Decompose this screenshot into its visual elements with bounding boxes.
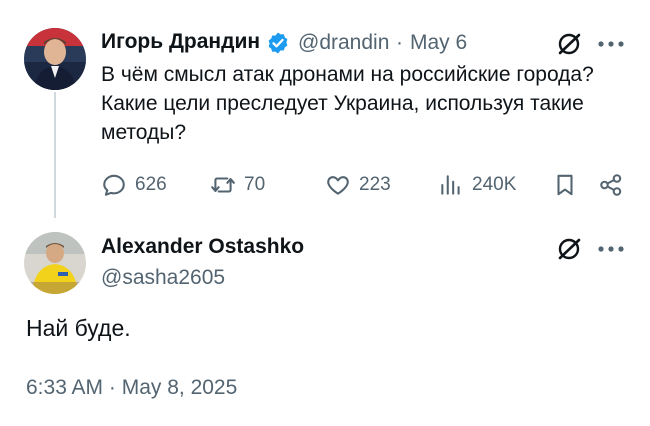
tweet-text-line: методы?: [101, 121, 187, 144]
author-handle[interactable]: @sasha2605: [101, 266, 225, 290]
reply-count: 626: [135, 174, 167, 195]
grok-icon[interactable]: [556, 236, 582, 262]
author-name[interactable]: Alexander Ostashko: [101, 235, 304, 259]
tweet-text: В чём смысл атак дронами на российские г…: [101, 60, 621, 147]
grok-icon[interactable]: [556, 31, 582, 57]
author-handle[interactable]: @drandin: [298, 31, 389, 55]
share-button[interactable]: [598, 171, 632, 199]
more-icon[interactable]: [597, 40, 625, 48]
views-button[interactable]: 240K: [438, 171, 516, 199]
avatar[interactable]: [24, 232, 86, 294]
tweet-timestamp[interactable]: 6:33 AM · May 8, 2025: [26, 376, 237, 400]
views-icon: [441, 175, 460, 195]
repost-button[interactable]: 70: [210, 171, 265, 199]
meta-separator: ·: [396, 31, 403, 54]
tweet-text-line: Какие цели преследует Украина, используя…: [101, 92, 584, 115]
reply-button[interactable]: 626: [101, 171, 167, 199]
author-name[interactable]: Игорь Драндин: [101, 30, 260, 54]
repost-icon: [211, 177, 235, 193]
reply-icon: [103, 174, 125, 196]
tweet-date[interactable]: May 6: [410, 31, 467, 55]
thread-connector-line: [54, 92, 56, 218]
like-button[interactable]: 223: [325, 171, 391, 199]
like-count: 223: [359, 174, 391, 195]
share-icon: [600, 174, 622, 196]
avatar[interactable]: [24, 28, 86, 90]
repost-count: 70: [244, 174, 266, 195]
like-icon: [327, 176, 349, 195]
views-count: 240K: [472, 174, 517, 195]
bookmark-icon: [557, 174, 573, 196]
bookmark-button[interactable]: [552, 171, 586, 199]
tweet-text-line: В чём смысл атак дронами на российские г…: [101, 63, 594, 86]
tweet-text: Най буде.: [26, 315, 131, 341]
verified-badge-icon: [268, 32, 288, 54]
more-icon[interactable]: [597, 245, 625, 253]
